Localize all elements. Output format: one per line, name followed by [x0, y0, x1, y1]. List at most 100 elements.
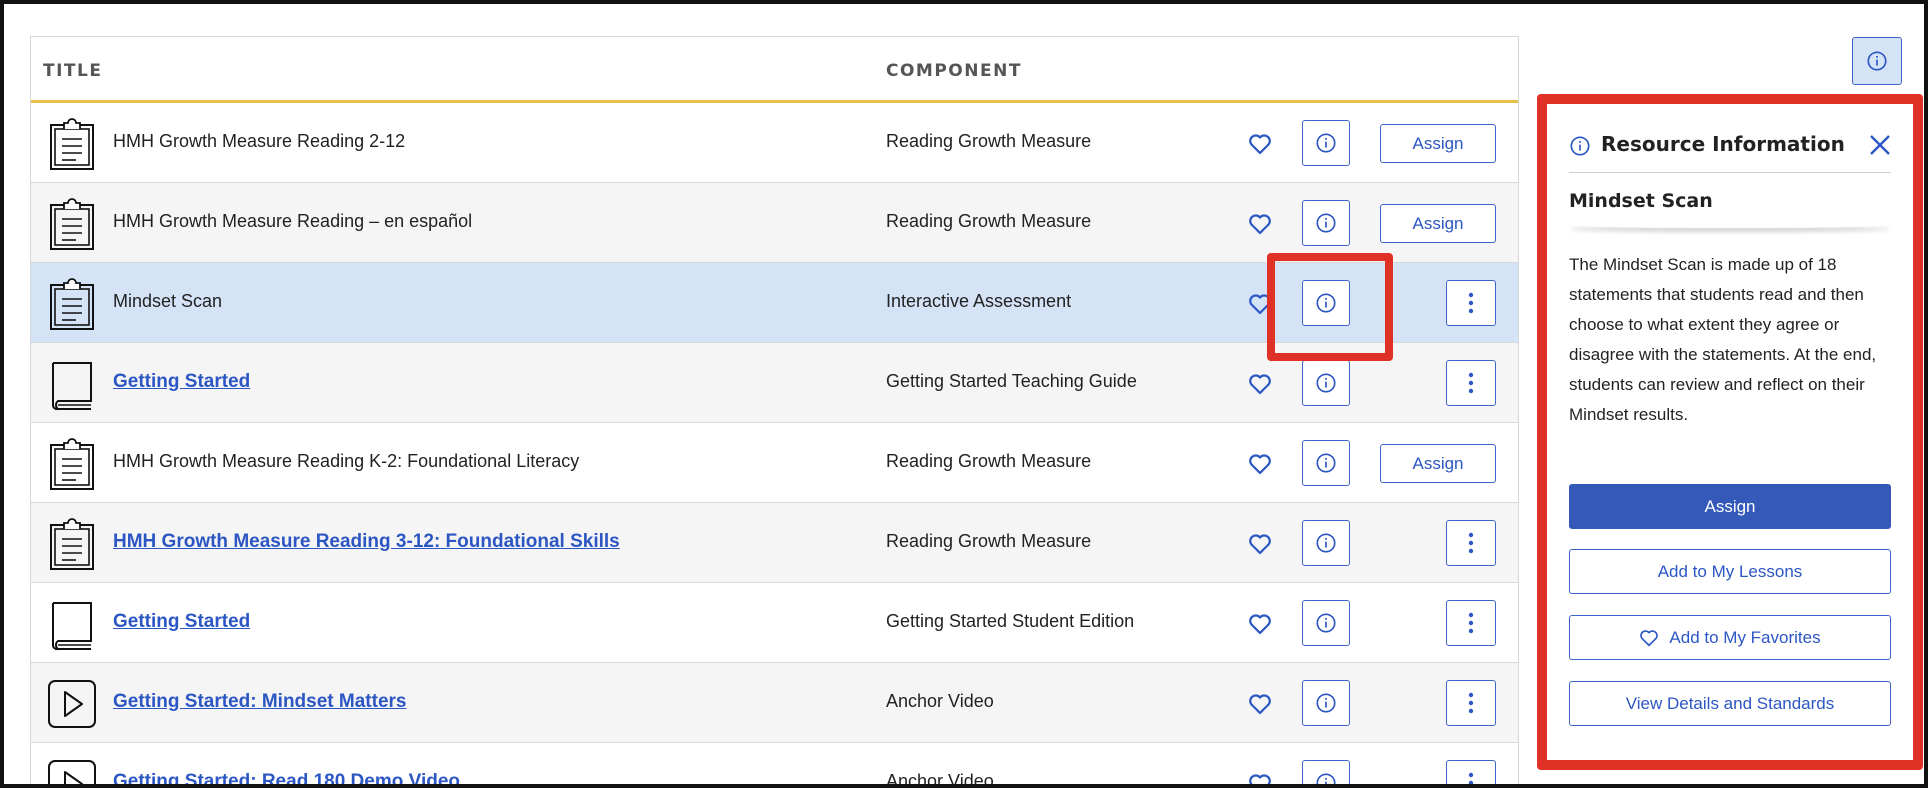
view-details-and-standards-label: View Details and Standards	[1625, 693, 1835, 713]
panel-assign-button[interactable]: Assign	[1569, 484, 1891, 529]
info-icon	[1315, 132, 1337, 154]
info-icon	[1315, 212, 1337, 234]
resource-table: TITLE COMPONENT HMH Growth Measure Readi…	[30, 36, 1519, 788]
info-button[interactable]	[1302, 200, 1350, 246]
resource-component: Reading Growth Measure	[886, 131, 1092, 151]
resource-component: Reading Growth Measure	[886, 211, 1092, 231]
clipboard-icon	[47, 277, 97, 331]
app-frame: TITLE COMPONENT HMH Growth Measure Readi…	[0, 0, 1928, 788]
heart-icon[interactable]	[1248, 133, 1272, 155]
table-row[interactable]: Mindset Scan Interactive Assessment	[31, 263, 1518, 343]
info-button[interactable]	[1302, 360, 1350, 406]
view-details-and-standards-button[interactable]: View Details and Standards	[1569, 681, 1891, 726]
info-icon	[1315, 612, 1337, 634]
more-vertical-icon	[1468, 772, 1474, 784]
panel-assign-label: Assign	[1704, 496, 1756, 516]
info-icon	[1867, 51, 1887, 71]
table-row[interactable]: Getting Started: Mindset Matters Anchor V…	[31, 663, 1518, 743]
info-button[interactable]	[1302, 280, 1350, 326]
resource-information-panel: Resource Information Mindset Scan The Mi…	[1547, 104, 1913, 760]
heart-icon	[1640, 629, 1659, 646]
close-icon[interactable]	[1867, 132, 1893, 158]
resource-title: HMH Growth Measure Reading – en español	[113, 211, 473, 231]
panel-header: Resource Information	[1569, 132, 1893, 168]
info-button[interactable]	[1302, 760, 1350, 784]
resource-title: Mindset Scan	[113, 291, 223, 311]
heart-icon[interactable]	[1248, 533, 1272, 555]
panel-shadow-divider	[1569, 222, 1891, 228]
info-button[interactable]	[1302, 520, 1350, 566]
more-options-button[interactable]	[1446, 280, 1496, 326]
resource-title[interactable]: Getting Started	[113, 611, 250, 633]
table-body: HMH Growth Measure Reading 2-12 Reading G…	[31, 103, 1518, 788]
table-row[interactable]: HMH Growth Measure Reading 2-12 Reading G…	[31, 103, 1518, 183]
heart-icon[interactable]	[1248, 373, 1272, 395]
clipboard-icon	[47, 437, 97, 491]
resource-component: Reading Growth Measure	[886, 531, 1092, 551]
more-options-button[interactable]	[1446, 520, 1496, 566]
more-options-button[interactable]	[1446, 600, 1496, 646]
more-options-button[interactable]	[1446, 360, 1496, 406]
heart-icon[interactable]	[1248, 453, 1272, 475]
resource-title[interactable]: Getting Started: Read 180 Demo Video	[113, 771, 460, 784]
table-row[interactable]: HMH Growth Measure Reading K-2: Foundati…	[31, 423, 1518, 503]
resource-component: Anchor Video	[886, 771, 994, 788]
panel-title: Resource Information	[1601, 132, 1845, 156]
more-vertical-icon	[1468, 612, 1474, 634]
clipboard-icon	[47, 197, 97, 251]
more-vertical-icon	[1468, 292, 1474, 314]
table-header: TITLE COMPONENT	[31, 37, 1518, 103]
info-icon	[1315, 772, 1337, 784]
resource-component: Interactive Assessment	[886, 291, 1072, 311]
assign-button[interactable]: Assign	[1380, 204, 1496, 243]
assign-button[interactable]: Assign	[1380, 444, 1496, 483]
info-icon	[1315, 692, 1337, 714]
table-row[interactable]: HMH Growth Measure Reading 3-12: Foundat…	[31, 503, 1518, 583]
table-row[interactable]: Getting Started: Read 180 Demo Video Anch…	[31, 743, 1518, 788]
more-options-button[interactable]	[1446, 680, 1496, 726]
add-to-my-favorites-label: Add to My Favorites	[1669, 627, 1821, 647]
table-row[interactable]: HMH Growth Measure Reading – en español R…	[31, 183, 1518, 263]
info-icon	[1315, 532, 1337, 554]
heart-icon[interactable]	[1248, 613, 1272, 635]
assign-button[interactable]: Assign	[1380, 124, 1496, 163]
more-options-button[interactable]	[1446, 760, 1496, 784]
column-header-title: TITLE	[43, 61, 103, 81]
info-button[interactable]	[1302, 680, 1350, 726]
column-header-component: COMPONENT	[886, 61, 1022, 81]
book-icon	[47, 597, 97, 651]
info-icon	[1315, 372, 1337, 394]
info-button[interactable]	[1302, 120, 1350, 166]
resource-title[interactable]: Getting Started: Mindset Matters	[113, 691, 406, 713]
resource-title: HMH Growth Measure Reading 2-12	[113, 131, 406, 151]
heart-icon[interactable]	[1248, 773, 1272, 784]
info-icon	[1569, 135, 1591, 157]
resource-title: HMH Growth Measure Reading K-2: Foundati…	[113, 451, 580, 471]
heart-icon[interactable]	[1248, 293, 1272, 315]
table-row[interactable]: Getting Started Getting Started Student E…	[31, 583, 1518, 663]
clipboard-icon	[47, 517, 97, 571]
play-icon	[47, 677, 97, 731]
resource-name: Mindset Scan	[1569, 190, 1713, 212]
info-panel-toggle-button[interactable]	[1852, 37, 1902, 85]
clipboard-icon	[47, 117, 97, 171]
heart-icon[interactable]	[1248, 693, 1272, 715]
resource-component: Getting Started Student Edition	[886, 611, 1135, 631]
add-to-my-favorites-button[interactable]: Add to My Favorites	[1569, 615, 1891, 660]
info-button[interactable]	[1302, 600, 1350, 646]
resource-description: The Mindset Scan is made up of 18 statem…	[1569, 255, 1877, 424]
resource-component: Reading Growth Measure	[886, 451, 1092, 471]
table-row[interactable]: Getting Started Getting Started Teaching …	[31, 343, 1518, 423]
panel-divider	[1569, 172, 1891, 173]
info-icon	[1315, 292, 1337, 314]
info-button[interactable]	[1302, 440, 1350, 486]
add-to-my-lessons-button[interactable]: Add to My Lessons	[1569, 549, 1891, 594]
resource-title[interactable]: Getting Started	[113, 371, 250, 393]
more-vertical-icon	[1468, 372, 1474, 394]
resource-title[interactable]: HMH Growth Measure Reading 3-12: Foundat…	[113, 531, 620, 553]
resource-component: Anchor Video	[886, 691, 994, 711]
heart-icon[interactable]	[1248, 213, 1272, 235]
resource-component: Getting Started Teaching Guide	[886, 371, 1137, 391]
add-to-my-lessons-label: Add to My Lessons	[1657, 561, 1803, 581]
info-icon	[1315, 452, 1337, 474]
